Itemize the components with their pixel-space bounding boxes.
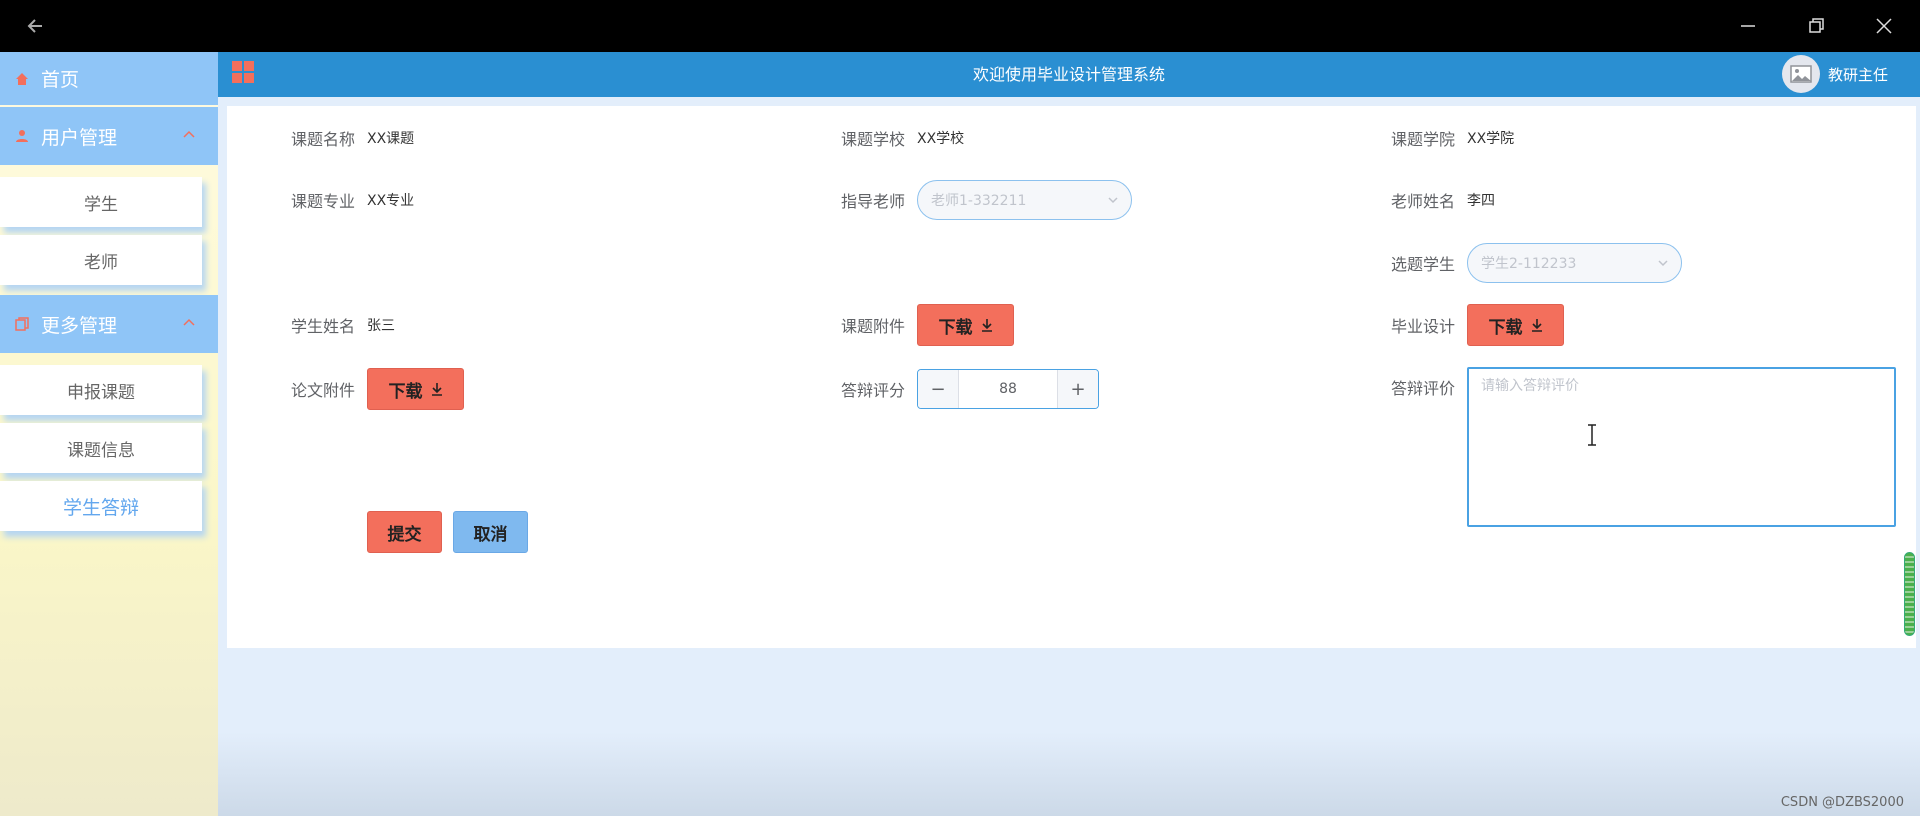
field-label: 指导老师	[841, 192, 906, 211]
field-label: 课题学校	[841, 130, 906, 149]
score-value[interactable]: 88	[958, 370, 1058, 408]
chevron-down-icon	[1658, 260, 1668, 267]
submenu-more-management: 申报课题 课题信息 学生答辩	[0, 353, 218, 541]
user-menu[interactable]: 教研主任	[1781, 54, 1888, 94]
sidebar-group-label: 用户管理	[41, 126, 118, 149]
sidebar-group-user-management[interactable]: 用户管理	[0, 107, 218, 165]
button-label: 下载	[1488, 317, 1523, 338]
app: 首页 用户管理 学生 老师 更多管理 申报课题 课题信息 学生答辩 欢迎使用毕业…	[0, 52, 1920, 816]
select-placeholder: 老师1-332211	[931, 193, 1027, 209]
submenu-user-management: 学生 老师	[0, 165, 218, 295]
page-title: 欢迎使用毕业设计管理系统	[972, 65, 1165, 84]
chevron-down-icon	[1108, 197, 1118, 204]
textarea-placeholder: 请输入答辩评价	[1481, 378, 1579, 394]
score-stepper[interactable]: − 88 +	[917, 369, 1099, 409]
field-label: 课题名称	[291, 130, 356, 149]
download-icon	[981, 319, 992, 332]
increment-button[interactable]: +	[1058, 370, 1098, 408]
image-icon	[1790, 65, 1812, 83]
sidebar-group-label: 更多管理	[41, 314, 118, 337]
submit-button[interactable]: 提交	[367, 511, 442, 553]
window-titlebar	[0, 0, 1920, 52]
sidebar-group-more-management[interactable]: 更多管理	[0, 295, 218, 353]
field-value: XX课题	[367, 131, 415, 147]
field-teacher-name: 老师姓名 李四	[1391, 180, 1495, 220]
arrow-left-icon[interactable]	[22, 12, 50, 40]
field-label: 老师姓名	[1391, 192, 1456, 211]
field-label: 课题专业	[291, 192, 356, 211]
chevron-up-icon	[183, 318, 195, 326]
download-topic-attachment-button[interactable]: 下载	[917, 304, 1014, 346]
field-value: 张三	[367, 318, 395, 334]
field-label: 学生姓名	[291, 317, 356, 336]
field-defense-comment: 答辩评价 请输入答辩评价	[1391, 367, 1896, 529]
field-topic-college: 课题学院 XX学院	[1391, 118, 1514, 158]
field-advisor: 指导老师 老师1-332211	[841, 180, 1132, 220]
field-label: 毕业设计	[1391, 317, 1456, 336]
scrollbar[interactable]	[1904, 552, 1915, 636]
watermark: CSDN @DZBS2000	[1780, 795, 1904, 810]
restore-icon[interactable]	[1802, 12, 1830, 40]
download-thesis-button[interactable]: 下载	[367, 368, 464, 410]
user-icon	[16, 130, 28, 142]
student-select[interactable]: 学生2-112233	[1467, 243, 1682, 283]
field-student-name: 学生姓名 张三	[291, 305, 395, 345]
field-value: XX专业	[367, 193, 415, 209]
decrement-button[interactable]: −	[918, 370, 958, 408]
select-placeholder: 学生2-112233	[1481, 256, 1577, 272]
field-label: 选题学生	[1391, 255, 1456, 274]
field-graduation-design: 毕业设计 下载	[1391, 304, 1564, 346]
sidebar-item-home[interactable]: 首页	[0, 52, 218, 105]
minimize-icon[interactable]	[1734, 12, 1762, 40]
home-icon	[16, 72, 28, 85]
field-label: 课题学院	[1391, 130, 1456, 149]
advisor-select[interactable]: 老师1-332211	[917, 180, 1132, 220]
close-icon[interactable]	[1870, 12, 1898, 40]
field-label: 论文附件	[291, 381, 356, 400]
defense-form: 课题名称 XX课题 课题学校 XX学校 课题学院 XX学院 课题专业 XX专业 …	[227, 106, 1916, 648]
sidebar-item-student-defense[interactable]: 学生答辩	[0, 481, 202, 531]
download-graduation-design-button[interactable]: 下载	[1467, 304, 1564, 346]
field-value: XX学院	[1467, 131, 1515, 147]
background-fade	[218, 732, 1920, 816]
field-thesis-attachment: 论文附件 下载	[291, 368, 464, 410]
field-value: 李四	[1467, 193, 1495, 209]
button-label: 下载	[938, 317, 973, 338]
sidebar-item-declare-topic[interactable]: 申报课题	[0, 365, 202, 415]
field-label: 课题附件	[841, 317, 906, 336]
field-label: 答辩评分	[841, 381, 906, 400]
sidebar: 首页 用户管理 学生 老师 更多管理 申报课题 课题信息 学生答辩	[0, 52, 218, 816]
field-topic-school: 课题学校 XX学校	[841, 118, 964, 158]
sidebar-item-label: 首页	[41, 69, 80, 91]
field-defense-score: 答辩评分 − 88 +	[841, 369, 1099, 409]
sidebar-item-students[interactable]: 学生	[0, 177, 202, 227]
defense-comment-textarea[interactable]: 请输入答辩评价	[1467, 367, 1896, 527]
avatar[interactable]	[1781, 55, 1820, 93]
download-icon	[431, 383, 442, 396]
button-label: 下载	[388, 381, 423, 402]
header: 欢迎使用毕业设计管理系统 教研主任	[218, 52, 1920, 97]
sidebar-item-teachers[interactable]: 老师	[0, 235, 202, 285]
text-cursor-icon	[1588, 424, 1596, 446]
field-value: XX学校	[917, 131, 965, 147]
field-topic-name: 课题名称 XX课题	[291, 118, 414, 158]
field-topic-attachment: 课题附件 下载	[841, 304, 1014, 346]
field-label: 答辩评价	[1391, 379, 1456, 398]
user-name: 教研主任	[1827, 65, 1888, 84]
field-selected-student: 选题学生 学生2-112233	[1391, 243, 1682, 283]
field-topic-major: 课题专业 XX专业	[291, 180, 414, 220]
sidebar-item-topic-info[interactable]: 课题信息	[0, 423, 202, 473]
copy-icon	[15, 317, 29, 331]
download-icon	[1531, 319, 1542, 332]
cancel-button[interactable]: 取消	[453, 511, 528, 553]
chevron-up-icon	[183, 130, 195, 138]
